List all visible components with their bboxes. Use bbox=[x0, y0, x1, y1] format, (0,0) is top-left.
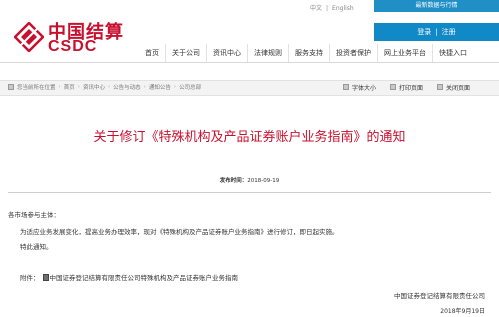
login-register-bar: 登录 | 注册 bbox=[374, 23, 499, 41]
font-size-icon bbox=[343, 84, 349, 90]
breadcrumb-item-news[interactable]: 资讯中心 bbox=[83, 83, 105, 91]
lang-cn-link[interactable]: 中文 bbox=[310, 5, 322, 12]
article-closing: 特此通知。 bbox=[20, 243, 53, 251]
login-link[interactable]: 登录 bbox=[417, 28, 431, 36]
nav-item-about[interactable]: 关于公司 bbox=[166, 44, 207, 62]
login-separator: | bbox=[435, 28, 438, 36]
publish-date: 发布时间：2018-09-19 bbox=[0, 176, 499, 184]
title-divider bbox=[8, 192, 491, 193]
nav-item-quick-access[interactable]: 快捷入口 bbox=[433, 44, 473, 62]
csdc-logo-icon[interactable] bbox=[14, 22, 44, 52]
page-tools: 字体大小 打印页面 关闭页面 bbox=[343, 80, 484, 94]
print-icon bbox=[390, 84, 397, 90]
print-label: 打印页面 bbox=[399, 84, 424, 92]
language-switch: 中文 | English bbox=[308, 3, 356, 12]
article-paragraph: 为适应业务发展变化，提高业务办理效率，现对《特殊机构及产品证券账户业务指南》进行… bbox=[20, 228, 339, 236]
attachment-link[interactable]: 中国证券登记结算有限责任公司特殊机构及产品证券账户业务指南 bbox=[50, 272, 239, 282]
nav-item-online-platform[interactable]: 网上业务平台 bbox=[378, 44, 433, 62]
chevron-right-icon: › bbox=[77, 84, 80, 90]
signature-date: 2018年9月19日 bbox=[440, 308, 485, 315]
print-button[interactable]: 打印页面 bbox=[390, 83, 423, 92]
close-page-button[interactable]: 关闭页面 bbox=[437, 83, 470, 92]
article-salutation: 各市场参与主体： bbox=[8, 211, 60, 219]
nav-item-news[interactable]: 资讯中心 bbox=[207, 44, 248, 62]
chevron-right-icon: › bbox=[58, 84, 61, 90]
attachment: 附件： 中国证券登记结算有限责任公司特殊机构及产品证券账户业务指南 bbox=[20, 272, 238, 282]
nav-item-rules[interactable]: 法律规则 bbox=[248, 44, 289, 62]
breadcrumb-prefix: 您当前所在位置 bbox=[17, 85, 56, 91]
latest-data-banner[interactable]: 最新数据与行情 bbox=[374, 0, 499, 12]
lang-en-link[interactable]: English bbox=[332, 5, 354, 12]
breadcrumb-item-announcements[interactable]: 公告与动态 bbox=[113, 83, 141, 91]
main-nav: 首页 关于公司 资讯中心 法律规则 服务支持 投资者保护 网上业务平台 快捷入口 bbox=[135, 44, 499, 62]
font-size-button[interactable]: 字体大小 bbox=[343, 83, 376, 92]
chevron-right-icon: › bbox=[173, 84, 177, 90]
nav-item-home[interactable]: 首页 bbox=[135, 44, 166, 62]
publish-date-value: 2018-09-19 bbox=[247, 178, 280, 184]
logo-text-en[interactable]: CSDC bbox=[48, 38, 97, 56]
register-link[interactable]: 注册 bbox=[442, 28, 456, 36]
nav-item-services[interactable]: 服务支持 bbox=[289, 44, 330, 62]
signature-org: 中国证券登记结算有限责任公司 bbox=[394, 292, 485, 300]
article-title: 关于修订《特殊机构及产品证券账户业务指南》的通知 bbox=[93, 130, 406, 145]
attachment-label: 附件： bbox=[20, 274, 40, 282]
close-label: 关闭页面 bbox=[446, 84, 471, 92]
lang-separator: | bbox=[326, 5, 329, 12]
breadcrumb-item-headquarters[interactable]: 公司总部 bbox=[179, 83, 201, 91]
publish-date-label: 发布时间： bbox=[219, 178, 248, 184]
breadcrumb: 您当前所在位置 › 首页 › 资讯中心 › 公告与动态 › 通知公告 › 公司总… bbox=[8, 80, 201, 94]
chevron-right-icon: › bbox=[143, 84, 146, 90]
breadcrumb-item-home[interactable]: 首页 bbox=[64, 83, 75, 91]
breadcrumb-item-notices[interactable]: 通知公告 bbox=[149, 83, 171, 91]
nav-divider bbox=[0, 62, 499, 63]
font-size-label: 字体大小 bbox=[352, 84, 377, 92]
chevron-right-icon: › bbox=[107, 84, 111, 90]
nav-item-investor-protection[interactable]: 投资者保护 bbox=[330, 44, 378, 62]
file-icon bbox=[42, 273, 49, 281]
close-icon bbox=[437, 84, 444, 90]
location-icon bbox=[8, 84, 14, 90]
